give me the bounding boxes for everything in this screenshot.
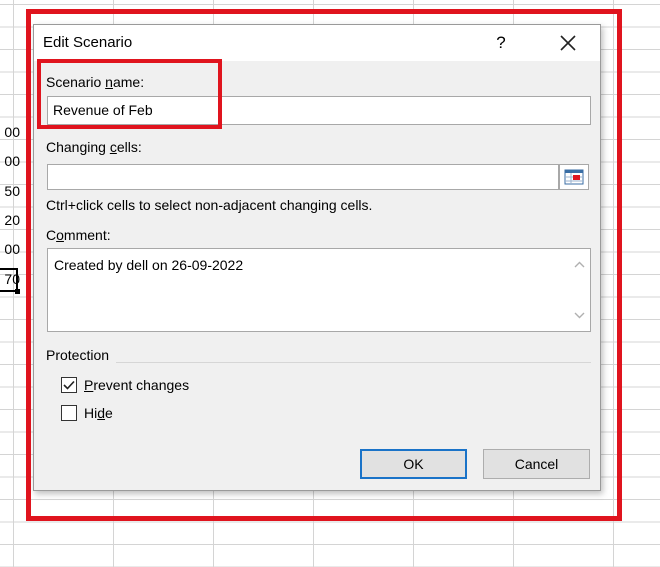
ok-button[interactable]: OK [360, 449, 467, 479]
close-button[interactable] [550, 29, 586, 57]
comment-scrollbar[interactable] [569, 249, 590, 331]
close-icon [560, 35, 576, 51]
cancel-button[interactable]: Cancel [483, 449, 590, 479]
hide-label[interactable]: Hide [84, 405, 113, 421]
range-selector-icon [564, 169, 584, 185]
prevent-changes-checkbox[interactable] [61, 377, 77, 393]
scroll-down-icon[interactable] [573, 309, 586, 322]
changing-cells-label: Changing cells: [46, 139, 142, 155]
protection-heading: Protection [46, 347, 110, 363]
changing-cells-input[interactable] [47, 164, 559, 190]
highlight-scenario-name-box [37, 59, 222, 129]
comment-label: Comment: [46, 227, 111, 243]
protection-divider [116, 362, 591, 363]
checkmark-icon [63, 380, 75, 390]
hint-text: Ctrl+click cells to select non-adjacent … [46, 197, 373, 213]
dialog-titlebar: Edit Scenario ? [34, 25, 600, 61]
comment-textarea[interactable]: Created by dell on 26-09-2022 [47, 248, 591, 332]
scroll-up-icon[interactable] [573, 258, 586, 271]
prevent-changes-label[interactable]: Prevent changes [84, 377, 189, 393]
range-selector-button[interactable] [559, 164, 589, 190]
dialog-title: Edit Scenario [43, 34, 133, 51]
help-icon: ? [496, 33, 506, 52]
active-cell-border [0, 268, 20, 294]
help-button[interactable]: ? [486, 29, 516, 57]
hide-checkbox[interactable] [61, 405, 77, 421]
comment-value: Created by dell on 26-09-2022 [54, 257, 244, 273]
